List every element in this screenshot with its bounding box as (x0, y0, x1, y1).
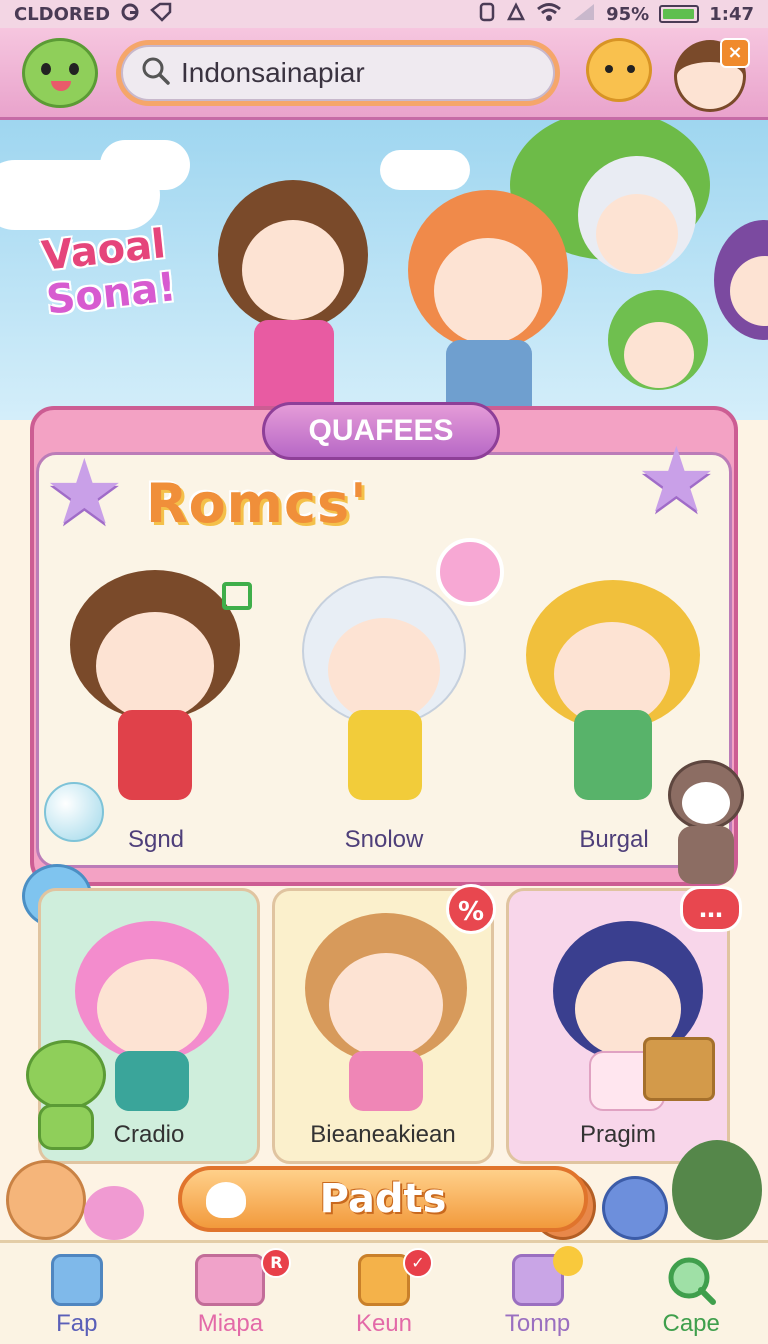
hero-character-brown (208, 170, 378, 420)
character-face (328, 618, 440, 722)
nav-item-fap[interactable]: Fap (12, 1244, 142, 1344)
search-icon (141, 56, 171, 90)
pink-blob-mascot-icon (84, 1186, 144, 1240)
shop-icon (195, 1253, 266, 1306)
nav-label: Fap (56, 1309, 98, 1337)
fox-mascot-icon (6, 1160, 86, 1240)
dino-mascot-icon (26, 1040, 106, 1150)
nav-label: Keun (355, 1309, 413, 1337)
section-title: Romcs' (146, 472, 368, 535)
status-left: CLDORED (14, 2, 172, 27)
app-header: × (0, 28, 768, 120)
pads-button-label: Padts (319, 1176, 447, 1222)
character-face (97, 959, 207, 1057)
green-dragon-mascot-icon[interactable] (22, 38, 98, 108)
key-icon (50, 1253, 103, 1306)
battery-fill (663, 9, 694, 19)
g-icon (120, 2, 140, 27)
search-input[interactable] (181, 57, 521, 89)
character-face (329, 953, 443, 1057)
search-bar[interactable] (116, 40, 560, 106)
tab-quafees[interactable]: QUAFEES (262, 402, 500, 460)
tile-label: Bieaneakiean (310, 1121, 456, 1148)
tag-icon (150, 2, 172, 27)
blue-cat-mascot-icon (602, 1176, 668, 1240)
cell-signal-icon (572, 2, 596, 27)
cat-mascot-icon (668, 760, 744, 884)
bear-mascot-icon[interactable] (586, 38, 652, 102)
hero-character-green (604, 286, 714, 420)
speech-bubble-icon (436, 538, 504, 606)
nav-item-cape[interactable]: Cape (626, 1244, 756, 1344)
nav-item-miapa[interactable]: R Miapa (165, 1244, 295, 1344)
hero-character-orange (398, 180, 578, 420)
star-icon: ★ (44, 440, 125, 545)
nav-label: Tonnp (504, 1309, 571, 1337)
nav-label: Miapa (197, 1309, 264, 1337)
nav-item-tonnp[interactable]: Tonnp (473, 1244, 603, 1344)
close-icon[interactable]: × (720, 38, 750, 68)
nfc-icon (478, 2, 496, 27)
pads-button[interactable]: Padts (178, 1166, 588, 1232)
chat-bubble-icon[interactable]: … (680, 886, 742, 932)
tab-quafees-label: QUAFEES (308, 414, 454, 447)
character-card[interactable]: Snolow (290, 560, 480, 860)
character-name: Snolow (344, 826, 424, 853)
tile-label: Pragim (579, 1121, 657, 1148)
battery-percent: 95% (606, 3, 650, 25)
green-hair-character-icon (672, 1140, 762, 1240)
wifi-icon (536, 2, 562, 27)
character-body (348, 710, 422, 800)
status-right: 95% 1:47 (478, 1, 754, 27)
character-body (574, 710, 652, 800)
hero-banner: Vaoal Sona! (0, 120, 768, 420)
chat-icon[interactable] (222, 582, 252, 610)
check-badge-icon: ✓ (402, 1247, 433, 1278)
notification-badge: R (261, 1247, 292, 1278)
character-body (115, 1051, 189, 1111)
bottom-nav: Fap R Miapa ✓ Keun Tonnp Cape (0, 1240, 768, 1344)
character-face (96, 612, 214, 720)
search-field-frame[interactable] (121, 45, 555, 101)
nav-label: Cape (662, 1309, 720, 1337)
cloud-decoration (100, 140, 190, 190)
discount-badge-icon[interactable]: % (446, 884, 496, 934)
search-icon (665, 1254, 717, 1306)
signal-icon (506, 1, 526, 27)
battery-icon (659, 5, 700, 23)
clock: 1:47 (709, 3, 754, 25)
basket-icon (643, 1037, 715, 1101)
sun-icon (552, 1245, 583, 1276)
carrier-text: CLDORED (14, 3, 111, 25)
star-icon: ★ (636, 428, 717, 533)
cloud-icon (206, 1182, 246, 1218)
hero-title: Vaoal Sona! (40, 221, 179, 323)
character-body (349, 1051, 423, 1111)
hero-character-purple (710, 216, 768, 416)
nav-item-keun[interactable]: ✓ Keun (319, 1244, 449, 1344)
bubble-decoration (44, 782, 104, 842)
character-body (118, 710, 192, 800)
status-bar: CLDORED 95% 1:47 (0, 0, 768, 28)
